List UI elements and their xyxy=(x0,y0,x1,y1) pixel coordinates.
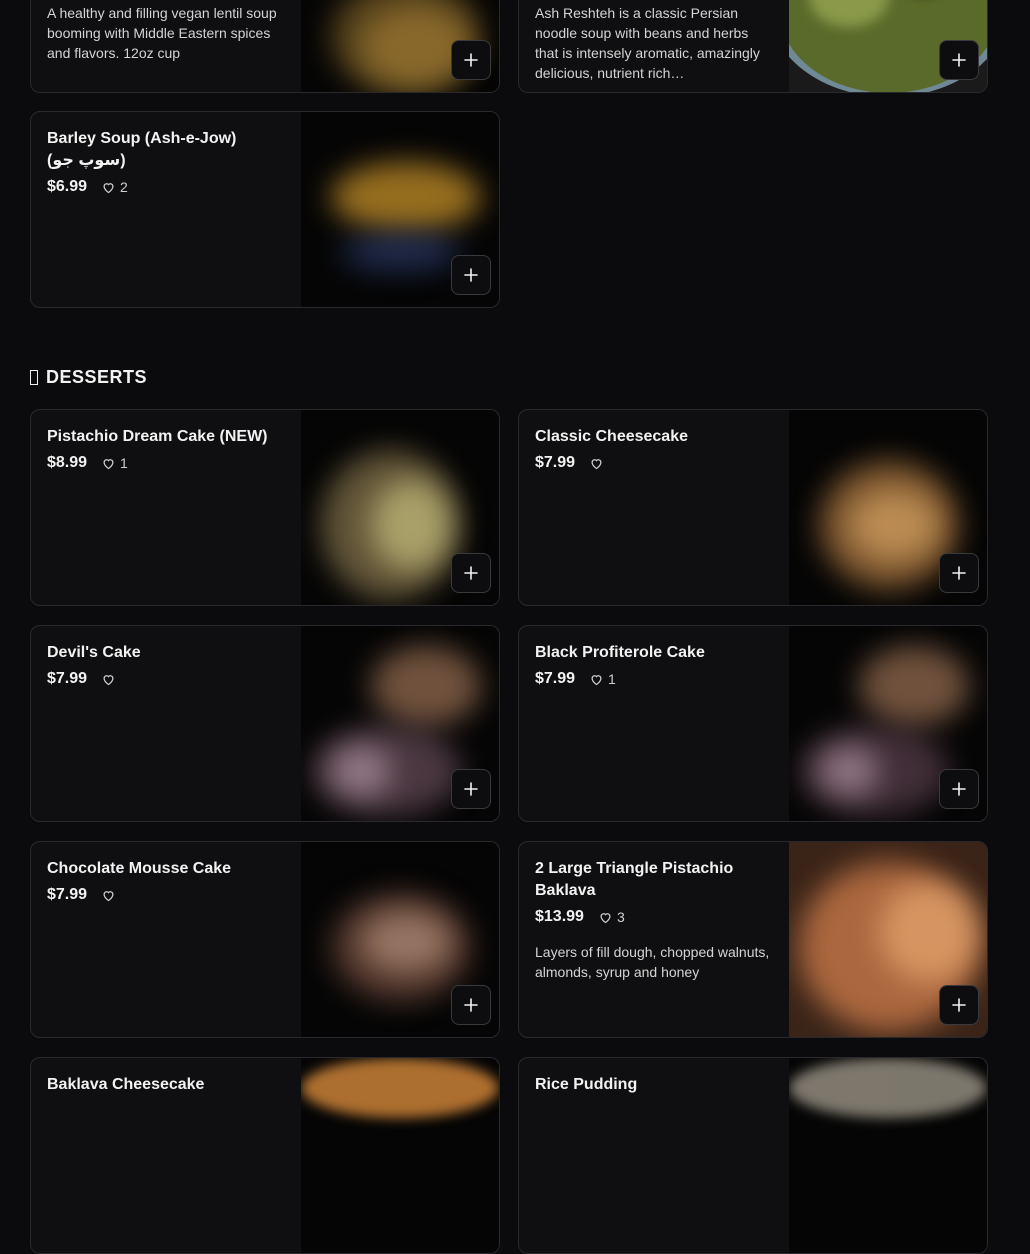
add-to-cart-button[interactable] xyxy=(451,769,491,809)
item-name: 2 Large Triangle Pistachio Baklava xyxy=(535,860,734,899)
menu-item-card[interactable]: Devil's Cake $7.99 xyxy=(30,625,500,822)
item-name: Black Profiterole Cake xyxy=(535,644,705,661)
price-row: $8.99 1 xyxy=(47,452,287,474)
add-to-cart-button[interactable] xyxy=(939,553,979,593)
item-name: Pistachio Dream Cake (NEW) xyxy=(47,428,268,445)
item-image xyxy=(301,1058,499,1253)
heart-icon xyxy=(103,890,114,901)
item-name: Barley Soup (Ash-e-Jow) (سوپ جو) xyxy=(47,130,237,169)
like-button[interactable]: 1 xyxy=(589,671,616,687)
item-name: Classic Cheesecake xyxy=(535,428,688,445)
like-button[interactable]: 1 xyxy=(101,455,128,471)
plus-icon xyxy=(952,566,966,580)
like-button[interactable] xyxy=(101,672,120,687)
plus-icon xyxy=(952,53,966,67)
item-name: Chocolate Mousse Cake xyxy=(47,860,232,877)
menu-item-info: Classic Cheesecake $7.99 xyxy=(535,410,775,474)
like-button[interactable] xyxy=(101,888,120,903)
item-price: $7.99 xyxy=(535,670,576,687)
add-to-cart-button[interactable] xyxy=(451,553,491,593)
plus-icon xyxy=(952,998,966,1012)
item-price: $7.99 xyxy=(47,670,88,687)
heart-icon xyxy=(103,182,114,193)
menu-item-info: A healthy and filling vegan lentil soup … xyxy=(47,0,287,63)
like-count: 1 xyxy=(120,455,128,471)
like-count: 3 xyxy=(616,909,625,925)
like-button[interactable]: 2 xyxy=(101,179,128,195)
add-to-cart-button[interactable] xyxy=(451,40,491,80)
menu-item-card[interactable]: Black Profiterole Cake $7.99 1 xyxy=(518,625,988,822)
price-row: $7.99 xyxy=(47,668,287,690)
item-description: A healthy and filling vegan lentil soup … xyxy=(47,5,277,61)
item-price: $6.99 xyxy=(47,178,88,195)
add-to-cart-button[interactable] xyxy=(939,985,979,1025)
item-price: $7.99 xyxy=(535,454,576,471)
item-price: $13.99 xyxy=(535,908,584,925)
plus-icon xyxy=(464,268,478,282)
menu-item-info: Rice Pudding xyxy=(535,1058,775,1096)
menu-item-card[interactable]: 2 Large Triangle Pistachio Baklava $13.9… xyxy=(518,841,988,1038)
menu-item-info: Pistachio Dream Cake (NEW) $8.99 1 xyxy=(47,410,287,474)
item-description: Layers of fill dough, chopped walnuts, a… xyxy=(535,944,770,980)
like-button[interactable] xyxy=(589,456,608,471)
menu-item-card[interactable]: Baklava Cheesecake xyxy=(30,1057,500,1254)
plus-icon xyxy=(464,782,478,796)
menu-item-card[interactable]: Pistachio Dream Cake (NEW) $8.99 1 xyxy=(30,409,500,606)
menu-item-card[interactable]: Classic Cheesecake $7.99 xyxy=(518,409,988,606)
item-image xyxy=(789,1058,987,1253)
add-to-cart-button[interactable] xyxy=(939,40,979,80)
menu-item-card[interactable]: A healthy and filling vegan lentil soup … xyxy=(30,0,500,93)
menu-item-card[interactable]: Chocolate Mousse Cake $7.99 xyxy=(30,841,500,1038)
price-row: $6.99 2 xyxy=(47,176,287,198)
menu-item-info: 2 Large Triangle Pistachio Baklava $13.9… xyxy=(535,842,775,982)
item-price: $7.99 xyxy=(47,886,88,903)
heart-icon xyxy=(591,674,602,685)
add-to-cart-button[interactable] xyxy=(451,985,491,1025)
plus-icon xyxy=(952,782,966,796)
menu-item-card[interactable]: Ash Reshteh is a classic Persian noodle … xyxy=(518,0,988,93)
item-name: Baklava Cheesecake xyxy=(47,1076,205,1093)
plus-icon xyxy=(464,566,478,580)
price-row: $7.99 xyxy=(47,884,287,906)
heart-icon xyxy=(591,458,602,469)
heart-icon xyxy=(103,458,114,469)
menu-item-card[interactable]: Rice Pudding xyxy=(518,1057,988,1254)
unknown-glyph-icon xyxy=(30,370,38,385)
like-count: 2 xyxy=(120,179,128,195)
like-count: 1 xyxy=(608,671,616,687)
section-title-text: DESSERTS xyxy=(46,367,148,387)
menu-item-card[interactable]: Barley Soup (Ash-e-Jow) (سوپ جو) $6.99 2 xyxy=(30,111,500,308)
item-price: $8.99 xyxy=(47,454,88,471)
like-button[interactable]: 3 xyxy=(598,909,625,925)
heart-icon xyxy=(103,674,114,685)
menu-item-info: Baklava Cheesecake xyxy=(47,1058,287,1096)
plus-icon xyxy=(464,53,478,67)
menu-item-info: Ash Reshteh is a classic Persian noodle … xyxy=(535,0,775,83)
add-to-cart-button[interactable] xyxy=(939,769,979,809)
heart-icon xyxy=(600,912,611,923)
price-row: $7.99 1 xyxy=(535,668,775,690)
menu-item-info: Devil's Cake $7.99 xyxy=(47,626,287,690)
item-name: Devil's Cake xyxy=(47,644,141,661)
price-row: $7.99 xyxy=(535,452,775,474)
plus-icon xyxy=(464,998,478,1012)
price-row: $13.99 3 xyxy=(535,906,775,928)
menu-item-info: Barley Soup (Ash-e-Jow) (سوپ جو) $6.99 2 xyxy=(47,112,287,198)
item-name: Rice Pudding xyxy=(535,1076,638,1093)
menu-item-info: Chocolate Mousse Cake $7.99 xyxy=(47,842,287,906)
menu-item-info: Black Profiterole Cake $7.99 1 xyxy=(535,626,775,690)
item-description: Ash Reshteh is a classic Persian noodle … xyxy=(535,5,760,81)
section-title: DESSERTS xyxy=(30,367,147,388)
add-to-cart-button[interactable] xyxy=(451,255,491,295)
